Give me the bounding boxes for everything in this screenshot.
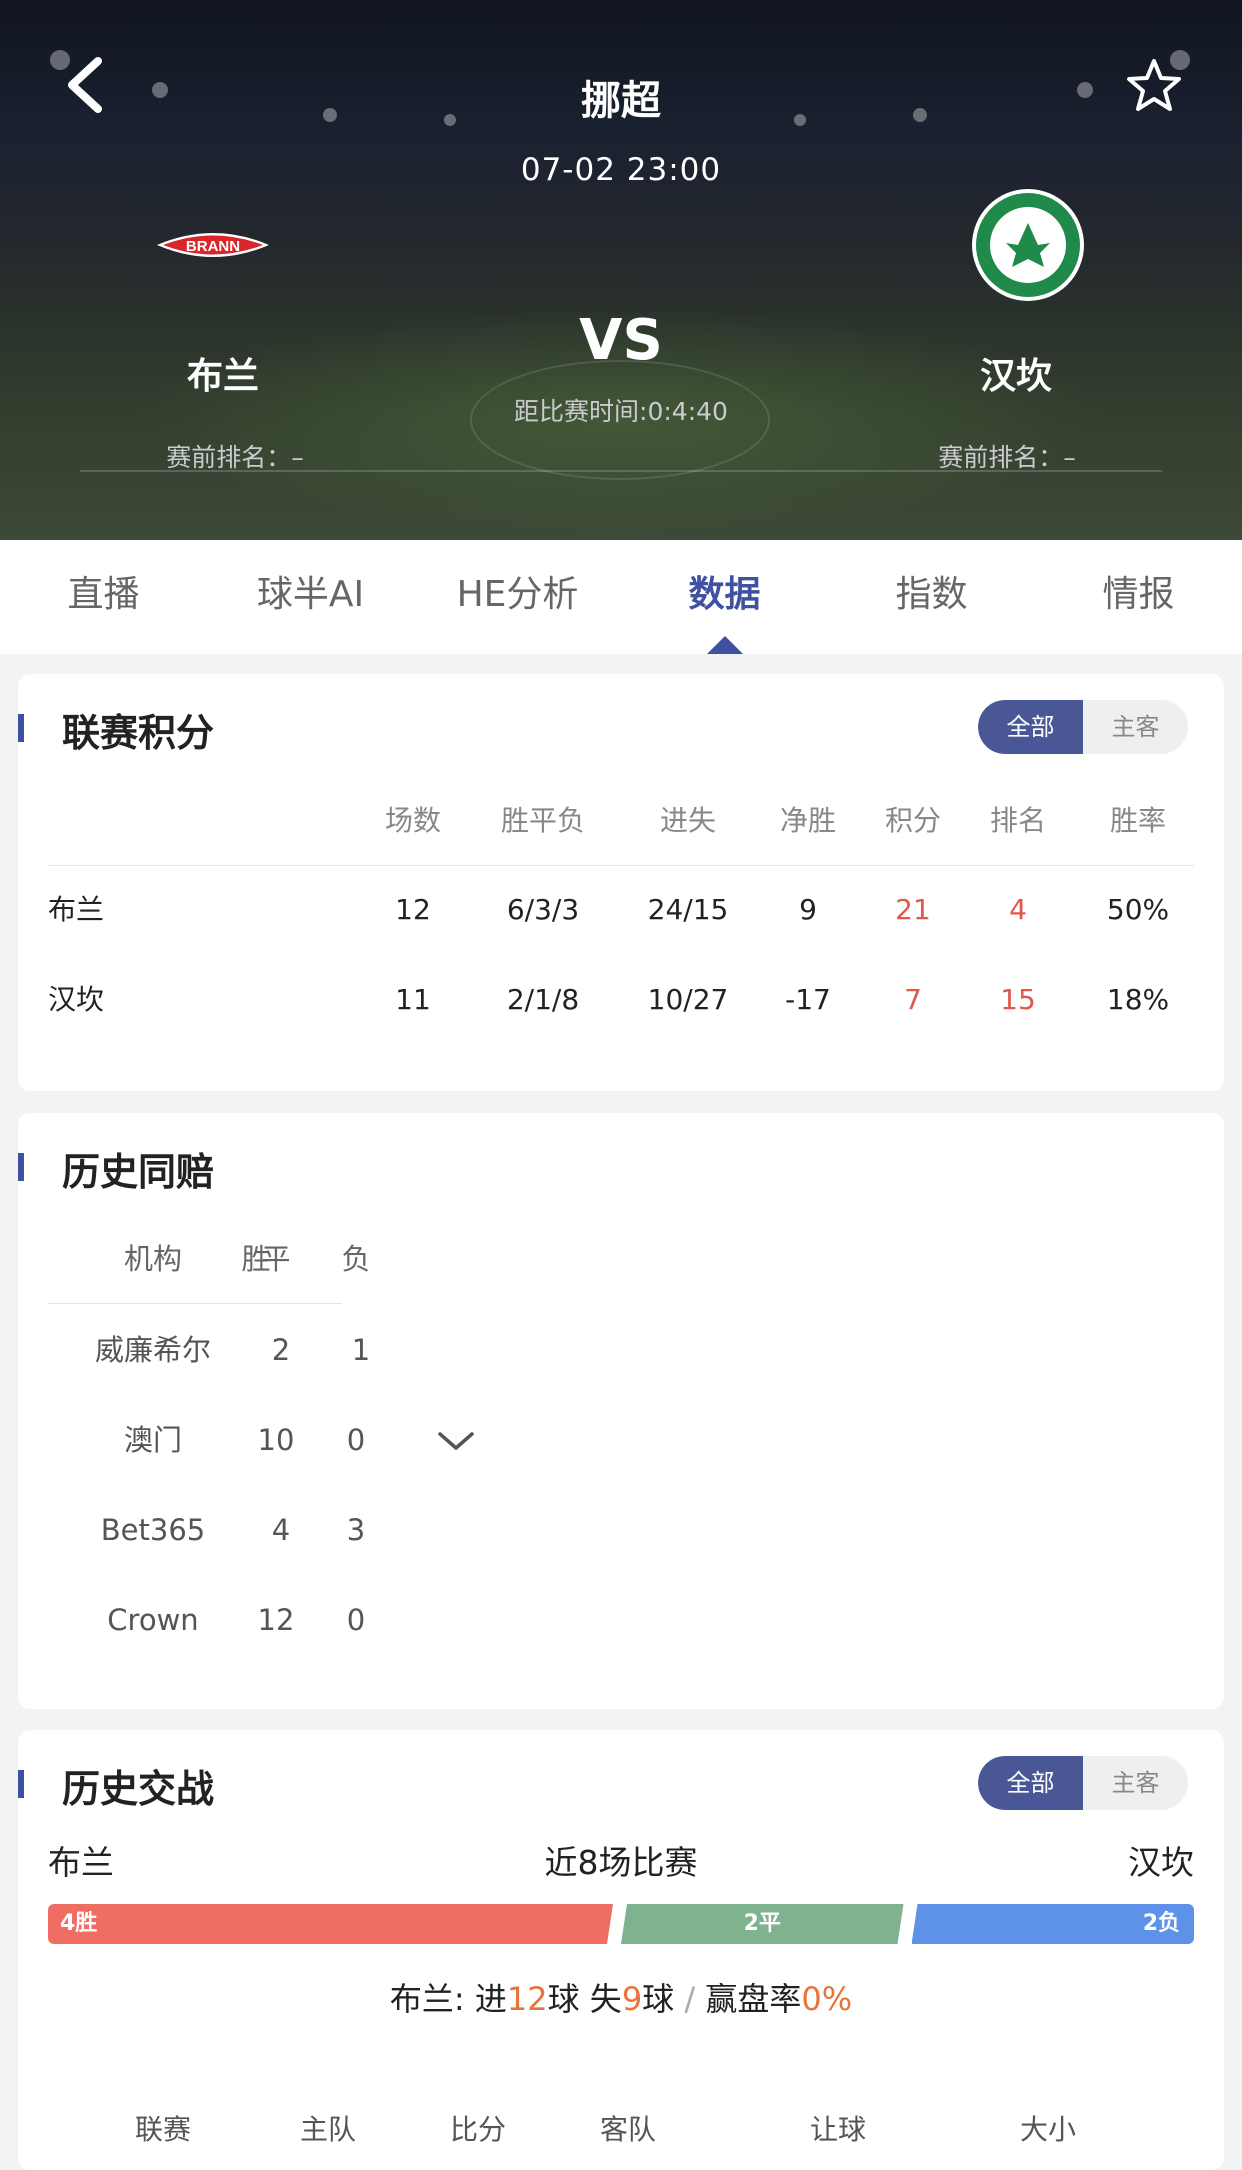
h2h-table-header: 联赛 主队 比分 客队 让球 大小 [18,2100,1224,2148]
toggle-home-away[interactable]: 主客 [1083,1756,1188,1810]
tab-intel[interactable]: 情报 [1035,540,1242,654]
win-rate: 50% [1106,893,1170,926]
win-count: 2 [271,1333,291,1367]
standings-card: 联赛积分 全部 主客 场数 胜平负 进失 净胜 积分 排名 胜率 布兰 12 6… [18,674,1224,1091]
col-away: 客队 [599,2113,656,2146]
standings-toggle: 全部 主客 [978,700,1188,754]
lose-count: 0 [346,1423,366,1457]
tab-he-analysis[interactable]: HE分析 [414,540,621,654]
toggle-all[interactable]: 全部 [978,1756,1083,1810]
favorite-star-icon[interactable] [1125,57,1183,115]
col-lose: 负 [341,1242,371,1276]
col-goals: 进失 [659,804,716,837]
goals-for: 12 [506,1980,548,2018]
tab-data[interactable]: 数据 [621,540,828,654]
summary-in-label: 进 [474,1980,507,2018]
hamkam-logo-icon [972,189,1084,301]
col-played: 场数 [384,804,441,837]
col-gd: 净胜 [779,804,836,837]
goals-against: 9 [621,1980,643,2018]
countdown: 距比赛时间:0:4:40 [514,397,728,426]
brann-logo-icon: BRANN [157,233,269,257]
lose-count: 3 [346,1513,366,1547]
home-rank: 赛前排名：– [166,443,304,472]
h2h-title: 历史交战 [62,1767,215,1811]
played: 11 [395,983,431,1016]
points: 7 [904,983,922,1016]
win-rate: 18% [1106,983,1170,1016]
rank: 15 [1000,983,1036,1016]
win-count: 12 [257,1603,295,1637]
toggle-home-away[interactable]: 主客 [1083,700,1188,754]
win-count: 4 [271,1513,291,1547]
rank: 4 [1009,893,1027,926]
league-title: 挪超 [581,78,661,124]
team-name: 汉坎 [48,983,105,1016]
brann-logo-text: BRANN [186,238,240,255]
points: 21 [895,893,931,926]
played: 12 [395,893,431,926]
match-datetime: 07-02 23:00 [520,152,722,188]
h2h-away-team: 汉坎 [1128,1843,1194,1882]
col-wdl: 胜平负 [500,804,585,837]
col-points: 积分 [884,804,941,837]
odds-table: 机构 胜 平 负 威廉希尔 2 1 澳门 10 0 Bet365 4 3 Cro… [18,1113,1224,1709]
tab-odds[interactable]: 指数 [828,540,1035,654]
summary-out-label: 失 [589,1980,622,2018]
match-header: 挪超 07-02 23:00 BRANN 布兰 VS 汉坎 距比赛时间:0:4:… [0,0,1242,540]
col-bookmaker: 机构 [123,1242,182,1276]
table-row[interactable]: 布兰 12 6/3/3 24/15 9 21 4 50% [48,880,1208,940]
ball-label: 球 [642,1980,675,2018]
col-handicap: 让球 [809,2113,866,2146]
bookmaker-name: 澳门 [123,1423,182,1457]
col-over-under: 大小 [1019,2113,1076,2146]
lose-count: 1 [351,1333,371,1367]
bar-lose: 2负 [911,1904,1194,1944]
odds-history-card: 历史同赔 机构 胜 平 负 威廉希尔 2 1 澳门 10 0 Bet365 4 … [18,1113,1224,1709]
h2h-toggle: 全部 主客 [978,1756,1188,1810]
rate-label: 赢盘率 [705,1980,802,2018]
col-home: 主队 [299,2113,356,2146]
tab-live[interactable]: 直播 [0,540,207,654]
col-rank: 排名 [989,804,1046,837]
bookmaker-name: 威廉希尔 [94,1333,211,1367]
table-row[interactable]: 汉坎 11 2/1/8 10/27 -17 7 15 18% [48,970,1208,1030]
summary-team: 布兰: [389,1980,465,2018]
bookmaker-name: Crown [107,1603,199,1637]
tab-bar: 直播 球半AI HE分析 数据 指数 情报 [0,540,1242,654]
wdl: 6/3/3 [506,893,580,926]
col-draw: 平 [261,1242,291,1276]
standings-title: 联赛积分 [62,711,215,755]
h2h-summary: 布兰: 进12球 失9球 / 赢盘率0% [0,1974,1242,2020]
win-count: 10 [257,1423,295,1457]
section-marker [18,714,24,742]
gd: 9 [799,893,817,926]
odds-divider [48,1303,342,1304]
bookmaker-name: Bet365 [100,1513,206,1547]
toggle-all[interactable]: 全部 [978,700,1083,754]
wdl: 2/1/8 [506,983,580,1016]
section-marker [18,1770,24,1798]
chevron-down-icon[interactable] [436,1429,476,1453]
h2h-recent-label: 近8场比赛 [544,1843,698,1882]
col-rate: 胜率 [1109,804,1166,837]
away-rank: 赛前排名：– [938,443,1076,472]
cover-rate: 0% [801,1980,853,2018]
tab-ai[interactable]: 球半AI [207,540,414,654]
standings-divider [48,865,1194,866]
summary-separator: / [684,1980,696,2018]
standings-header: 场数 胜平负 进失 净胜 积分 排名 胜率 [48,791,1208,851]
col-score: 比分 [449,2113,506,2146]
gd: -17 [785,983,831,1016]
goals: 24/15 [647,893,729,926]
ball-label: 球 [547,1980,580,2018]
goals: 10/27 [647,983,729,1016]
lose-count: 0 [346,1603,366,1637]
team-name: 布兰 [48,893,105,926]
bar-draw: 2平 [621,1904,904,1944]
col-league: 联赛 [134,2113,191,2146]
bar-win: 4胜 [48,1904,613,1944]
